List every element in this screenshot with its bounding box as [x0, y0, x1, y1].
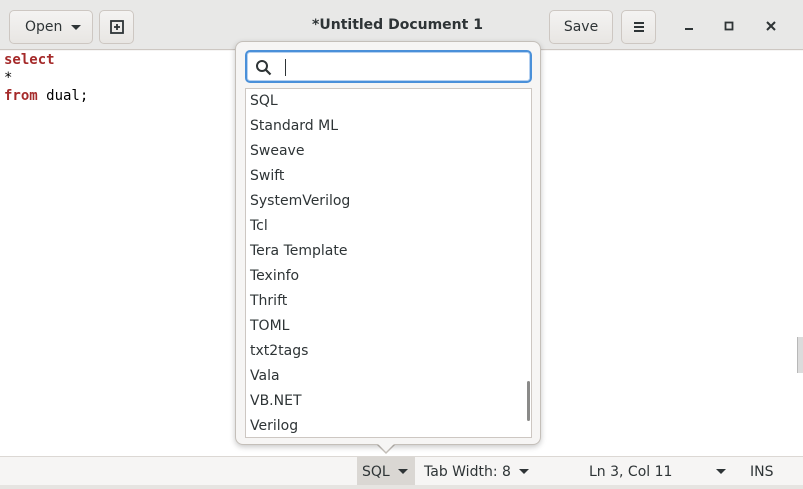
language-selector[interactable]: SQL: [357, 457, 415, 486]
maximize-button[interactable]: [718, 15, 740, 37]
language-item[interactable]: Swift: [250, 164, 284, 189]
language-item[interactable]: SystemVerilog: [250, 189, 350, 214]
status-bar: SQL Tab Width: 8 Ln 3, Col 11 INS: [0, 456, 803, 486]
cursor-position[interactable]: Ln 3, Col 11: [589, 457, 672, 486]
language-item[interactable]: Tcl: [250, 214, 268, 239]
close-button[interactable]: [760, 15, 782, 37]
language-item[interactable]: Standard ML: [250, 114, 338, 139]
code-line-2: *: [4, 69, 12, 87]
chevron-down-icon: [518, 469, 529, 474]
language-item[interactable]: Texinfo: [250, 264, 299, 289]
language-item[interactable]: SQL: [250, 89, 278, 114]
close-icon: [766, 21, 776, 31]
minimize-icon: [685, 28, 693, 30]
new-tab-icon: [109, 20, 124, 34]
sql-keyword: from: [4, 88, 38, 104]
language-list[interactable]: SQL Standard ML Sweave Swift SystemVeril…: [245, 88, 532, 438]
language-search-input[interactable]: [245, 50, 532, 83]
open-button-label: Open: [25, 19, 63, 35]
language-item[interactable]: TOML: [250, 314, 289, 339]
minimize-button[interactable]: [678, 15, 700, 37]
language-item[interactable]: Thrift: [250, 289, 287, 314]
cursor-position-label: Ln 3, Col 11: [589, 463, 673, 480]
save-button[interactable]: Save: [549, 10, 613, 44]
menu-button[interactable]: [621, 10, 656, 44]
maximize-icon: [724, 21, 734, 31]
window-title: *Untitled Document 1: [312, 17, 483, 33]
code-line-1: select: [4, 51, 55, 69]
code-text: dual;: [37, 88, 89, 104]
save-button-label: Save: [563, 19, 599, 35]
tab-width-label: Tab Width: 8: [424, 463, 511, 480]
chevron-down-icon: [71, 25, 81, 30]
search-icon: [256, 60, 272, 76]
code-text: *: [4, 70, 13, 86]
position-dropdown-icon[interactable]: [716, 469, 726, 474]
new-document-button[interactable]: [99, 10, 134, 44]
popover-arrow-fill: [377, 443, 395, 452]
language-item[interactable]: Vala: [250, 364, 280, 389]
insert-mode-indicator[interactable]: INS: [750, 457, 774, 486]
tab-width-selector[interactable]: Tab Width: 8: [424, 457, 529, 486]
language-item[interactable]: Tera Template: [250, 239, 347, 264]
bottom-edge: [0, 485, 803, 489]
open-button[interactable]: Open: [9, 10, 93, 44]
gedit-window: Open *Untitled Document 1 Save select * …: [0, 0, 803, 489]
language-item[interactable]: txt2tags: [250, 339, 308, 364]
language-popover: SQL Standard ML Sweave Swift SystemVeril…: [235, 41, 541, 445]
list-scrollbar[interactable]: [527, 381, 530, 421]
language-label: SQL: [362, 463, 390, 480]
language-item[interactable]: VB.NET: [250, 389, 302, 414]
background-window-edge: [797, 337, 803, 373]
hamburger-menu-icon: [633, 22, 644, 32]
language-item[interactable]: Sweave: [250, 139, 304, 164]
text-cursor: [285, 59, 286, 76]
sql-keyword: select: [4, 52, 55, 68]
language-item[interactable]: Verilog: [250, 414, 298, 437]
code-line-3: from dual;: [4, 87, 88, 105]
insert-mode-label: INS: [750, 463, 774, 480]
chevron-down-icon: [397, 469, 408, 474]
